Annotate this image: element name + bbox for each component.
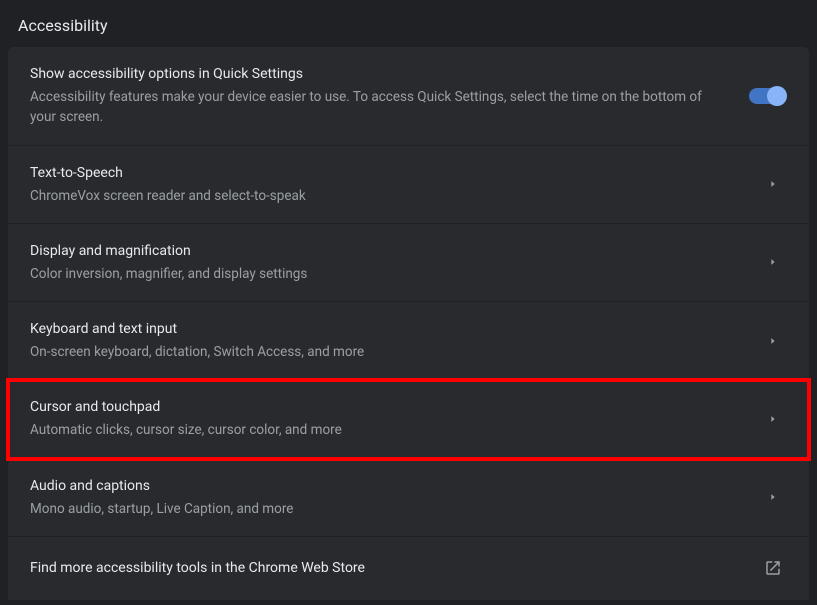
row-title: Display and magnification (30, 241, 739, 262)
row-subtitle: Mono audio, startup, Live Caption, and m… (30, 499, 739, 519)
row-title: Text-to-Speech (30, 163, 739, 184)
external-link-icon (759, 559, 787, 577)
row-text: Keyboard and text input On-screen keyboa… (30, 319, 759, 362)
row-title: Cursor and touchpad (30, 397, 739, 418)
row-chrome-web-store[interactable]: Find more accessibility tools in the Chr… (8, 537, 809, 601)
row-text: Find more accessibility tools in the Chr… (30, 558, 759, 579)
row-subtitle: Color inversion, magnifier, and display … (30, 264, 739, 284)
row-text-to-speech[interactable]: Text-to-Speech ChromeVox screen reader a… (8, 146, 809, 224)
chevron-right-icon (759, 414, 787, 424)
row-audio-captions[interactable]: Audio and captions Mono audio, startup, … (8, 459, 809, 537)
page-title: Accessibility (0, 0, 817, 47)
row-subtitle: On-screen keyboard, dictation, Switch Ac… (30, 342, 739, 362)
chevron-right-icon (759, 492, 787, 502)
row-quick-settings[interactable]: Show accessibility options in Quick Sett… (8, 47, 809, 146)
row-text: Text-to-Speech ChromeVox screen reader a… (30, 163, 759, 206)
row-subtitle: ChromeVox screen reader and select-to-sp… (30, 186, 739, 206)
toggle-switch[interactable] (749, 88, 785, 104)
chevron-right-icon (759, 179, 787, 189)
row-title: Find more accessibility tools in the Chr… (30, 558, 739, 579)
row-subtitle: Automatic clicks, cursor size, cursor co… (30, 420, 739, 440)
row-subtitle: Accessibility features make your device … (30, 87, 727, 128)
row-keyboard-text-input[interactable]: Keyboard and text input On-screen keyboa… (8, 302, 809, 380)
row-text: Audio and captions Mono audio, startup, … (30, 476, 759, 519)
row-text: Show accessibility options in Quick Sett… (30, 64, 747, 128)
chevron-right-icon (759, 336, 787, 346)
toggle-quick-settings[interactable] (747, 88, 787, 104)
chevron-right-icon (759, 257, 787, 267)
settings-list: Show accessibility options in Quick Sett… (0, 47, 817, 601)
row-text: Cursor and touchpad Automatic clicks, cu… (30, 397, 759, 440)
row-title: Keyboard and text input (30, 319, 739, 340)
row-display-magnification[interactable]: Display and magnification Color inversio… (8, 224, 809, 302)
row-title: Show accessibility options in Quick Sett… (30, 64, 727, 85)
row-title: Audio and captions (30, 476, 739, 497)
row-text: Display and magnification Color inversio… (30, 241, 759, 284)
row-cursor-touchpad[interactable]: Cursor and touchpad Automatic clicks, cu… (8, 380, 809, 458)
toggle-knob (767, 86, 787, 106)
